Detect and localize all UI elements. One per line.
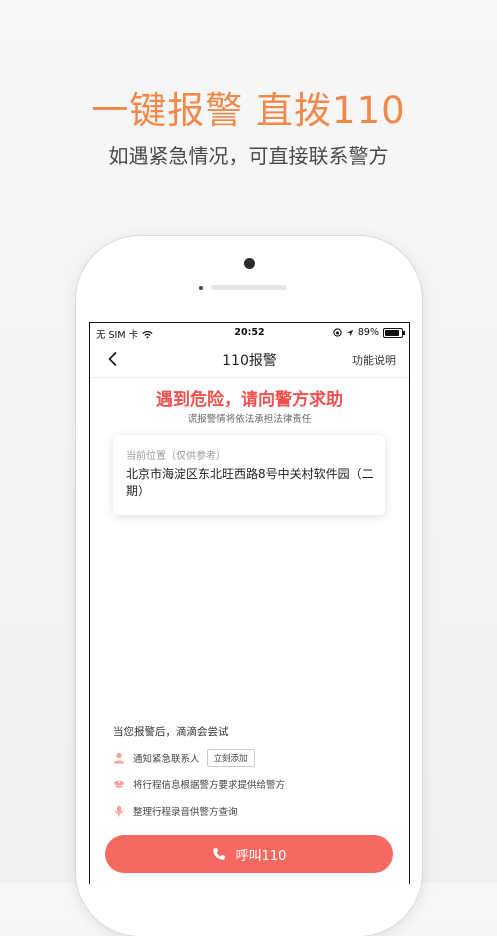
location-label: 当前位置（仅供参考） [126, 451, 226, 462]
battery-percent: 89% [357, 327, 379, 338]
help-link[interactable]: 功能说明 [352, 352, 396, 368]
proximity-sensor [199, 286, 203, 290]
app-screen: 无 SIM 卡 20:52 89% 110报警 功能说明 遇到危险，请向警方求助… [89, 322, 410, 884]
promo-headline: 一键报警 直拨110 [91, 89, 406, 132]
recording-row: 整理行程录音供警方查询 [113, 804, 238, 818]
status-bar: 无 SIM 卡 20:52 89% [90, 323, 409, 343]
location-arrow-icon [346, 329, 354, 336]
front-camera [244, 258, 255, 269]
promo-subline: 如遇紧急情况，可直接联系警方 [108, 144, 389, 168]
microphone-icon [114, 805, 124, 817]
phone-icon [212, 848, 225, 860]
add-contact-button[interactable]: 立刻添加 [206, 749, 255, 767]
recording-text: 整理行程录音供警方查询 [133, 807, 238, 818]
call-110-button[interactable]: 呼叫110 [105, 835, 393, 873]
nav-divider [90, 377, 409, 378]
call-button-label: 呼叫110 [235, 848, 287, 864]
earpiece-speaker [211, 285, 287, 290]
police-cap-icon [114, 780, 124, 788]
person-icon [114, 753, 124, 764]
location-address: 北京市海淀区东北旺西路8号中关村软件园（二期） [126, 467, 374, 498]
share-trip-row: 将行程信息根据警方要求提供给警方 [113, 777, 285, 791]
battery-icon [383, 327, 405, 338]
share-trip-text: 将行程信息根据警方要求提供给警方 [133, 780, 286, 791]
notify-contact-row: 通知紧急联系人 立刻添加 [113, 749, 255, 767]
location-card: 当前位置（仅供参考） 北京市海淀区东北旺西路8号中关村软件园（二期） [113, 435, 385, 515]
nav-bar: 110报警 功能说明 [90, 343, 409, 377]
notify-contact-text: 通知紧急联系人 [133, 754, 200, 765]
danger-alert-title: 遇到危险，请向警方求助 [156, 390, 343, 410]
after-call-heading: 当您报警后，滴滴会尝试 [113, 726, 229, 738]
legal-warning: 谎报警情将依法承担法律责任 [187, 414, 312, 425]
orientation-lock-icon [333, 328, 342, 337]
